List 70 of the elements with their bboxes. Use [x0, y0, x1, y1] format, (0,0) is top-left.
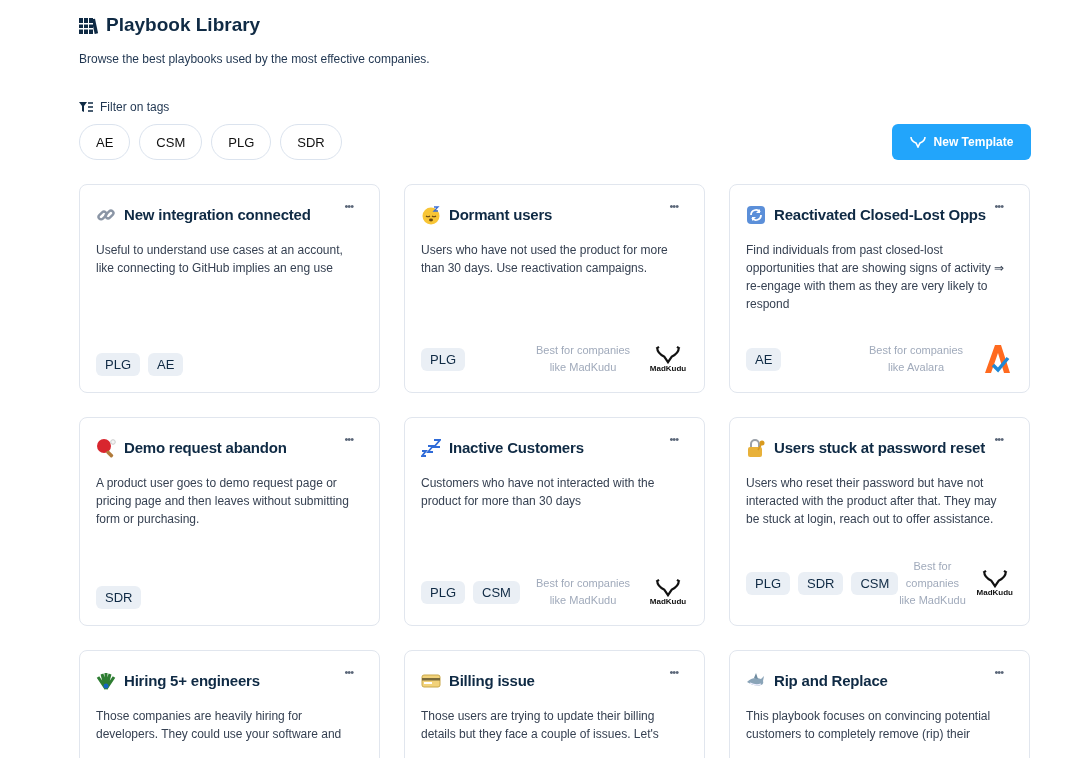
playbook-card[interactable]: New integration connected ••• Useful to understand use cases at an account, like connecting to GitHub implies an eng use PLG AE [79, 184, 380, 393]
credit-card-icon [421, 671, 441, 691]
lock-with-key-icon [746, 438, 766, 458]
antlers-icon [909, 136, 926, 148]
tag-label: PLG [421, 347, 465, 371]
tag-label: PLG [746, 572, 790, 595]
filter-icon [79, 101, 93, 113]
card-description: Users who reset their password but have not interacted with the product after that. They may be stuck at login, reach out to offer assistance. [746, 475, 998, 528]
card-description: Useful to understand use cases at an account, like connecting to GitHub implies an eng use [96, 242, 344, 277]
tag-label: SDR [96, 586, 142, 609]
tag-label: AE [148, 353, 184, 376]
madkudu-logo: MadKudu [976, 570, 1013, 597]
more-menu-button[interactable]: ••• [340, 665, 357, 679]
best-for-text: Best for companies like MadKudu [898, 559, 967, 608]
tag-filter-chip[interactable]: CSM [139, 124, 203, 160]
best-for-text: Best for companies like MadKudu [534, 576, 632, 608]
card-title: Hiring 5+ engineers [124, 671, 260, 691]
more-menu-button[interactable]: ••• [990, 665, 1007, 679]
card-description: This playbook focuses on convincing potential customers to completely remove (rip) their [746, 708, 992, 743]
card-description: Find individuals from past closed-lost opportunities that are showing signs of activity ⇒ re-engage with them as they are very likely to respond [746, 242, 1006, 313]
card-description: Users who have not used the product for more than 30 days. Use reactivation campaigns. [421, 242, 669, 277]
best-for-text: Best for companies like MadKudu [534, 343, 632, 375]
sleepy-face-icon [421, 205, 441, 225]
page-title: Playbook Library [106, 14, 261, 36]
sleep-zzz-icon [421, 438, 441, 458]
tag-label: PLG [421, 580, 465, 604]
madkudu-logo: MadKudu [648, 345, 688, 373]
card-title: New integration connected [124, 205, 311, 225]
card-title: Rip and Replace [774, 671, 888, 691]
tag-label: PLG [96, 353, 140, 376]
tag-label: CSM [473, 580, 520, 604]
madkudu-logo: MadKudu [648, 578, 688, 606]
tag-filter-chip[interactable]: SDR [280, 124, 342, 160]
playbook-card[interactable]: Billing issue ••• Those users are trying to update their billing details but they face a couple of issues. Let's [404, 650, 705, 758]
more-menu-button[interactable]: ••• [665, 199, 682, 213]
ping-pong-paddle-icon [96, 438, 116, 458]
card-description: Customers who have not interacted with the product for more than 30 days [421, 475, 656, 510]
playbook-card[interactable] [729, 417, 1030, 626]
tag-filter-chip[interactable]: PLG [211, 124, 272, 160]
filter-label: Filter on tags [100, 100, 170, 114]
more-menu-button[interactable]: ••• [665, 432, 682, 446]
playbook-card[interactable]: Demo request abandon ••• A product user goes to demo request page or pricing page and then leaves without submitting form or purchasing. SDR [79, 417, 380, 626]
card-title: Reactivated Closed-Lost Opps [774, 205, 986, 225]
peacock-icon [96, 671, 116, 691]
playbook-card[interactable] [729, 184, 1030, 393]
playbook-card[interactable]: Rip and Replace ••• This playbook focuses on convincing potential customers to completely remove (rip) their [729, 650, 1030, 758]
card-title: Demo request abandon [124, 438, 287, 458]
tag-filter-chip[interactable]: AE [79, 124, 131, 160]
playbook-card[interactable]: Inactive Customers ••• Customers who have not interacted with the product for more than 30 days PLG CSM Best for companies like MadKudu MadKudu [404, 417, 705, 626]
card-description: Those users are trying to update their billing details but they face a couple of issues. Let's [421, 708, 660, 743]
more-menu-button[interactable]: ••• [990, 199, 1007, 213]
more-menu-button[interactable]: ••• [340, 199, 357, 213]
books-icon [79, 16, 98, 34]
more-menu-button[interactable]: ••• [340, 432, 357, 446]
refresh-arrows-icon [746, 205, 766, 225]
playbook-card[interactable]: Hiring 5+ engineers ••• Those companies are heavily hiring for developers. They could use your software and [79, 650, 380, 758]
card-title: Inactive Customers [449, 438, 584, 458]
playbook-card[interactable]: Dormant users ••• Users who have not used the product for more than 30 days. Use reactivation campaigns. PLG Best for companies like MadKudu MadKudu [404, 184, 705, 393]
card-title: Dormant users [449, 205, 553, 225]
more-menu-button[interactable]: ••• [990, 432, 1007, 446]
best-for-text: Best for companies like Avalara [867, 343, 965, 375]
page-subtitle: Browse the best playbooks used by the most effective companies. [79, 52, 431, 66]
card-description: Those companies are heavily hiring for developers. They could use your software and [96, 708, 343, 743]
card-title: Users stuck at password reset [774, 438, 985, 458]
tag-label: CSM [851, 572, 899, 595]
card-title: Billing issue [449, 671, 535, 691]
tag-label: AE [746, 347, 782, 371]
card-description: A product user goes to demo request page or pricing page and then leaves without submitting form or purchasing. [96, 475, 350, 528]
tag-label: SDR [798, 572, 844, 595]
more-menu-button[interactable]: ••• [665, 665, 682, 679]
